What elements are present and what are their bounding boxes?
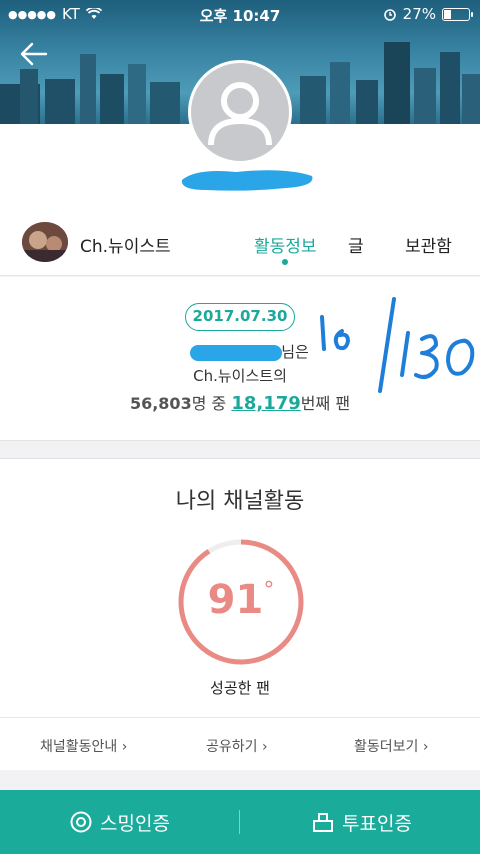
vote-verify-button[interactable]: 투표인증: [312, 790, 412, 854]
tab-activity-info[interactable]: 활동정보: [254, 232, 317, 257]
back-arrow-icon[interactable]: [18, 38, 50, 70]
fan-level-label: 성공한 팬: [210, 679, 270, 697]
redacted-username: [181, 170, 313, 191]
chevron-right-icon: ›: [261, 739, 268, 755]
tab-archive[interactable]: 보관함: [405, 232, 452, 257]
battery-icon: [442, 7, 473, 21]
default-user-icon: [208, 82, 272, 146]
alarm-icon: [383, 9, 396, 21]
activity-score: 91°: [207, 577, 275, 623]
battery-percent: 27%: [402, 5, 436, 23]
nickname-suffix: 님은: [281, 343, 309, 361]
channel-tab-bar: Ch.뉴이스트 활동정보 글 보관함: [0, 222, 480, 276]
total-fans: 56,803: [129, 394, 192, 413]
channel-activity-card: 나의 채널활동 91° 성공한 팬 채널활동안내 › 공유하기 › 활동더보기 …: [0, 458, 480, 770]
profile-avatar[interactable]: [188, 60, 292, 164]
activity-title: 나의 채널활동: [175, 489, 305, 514]
bottom-action-bar: 스밍인증 투표인증: [0, 790, 480, 854]
ballot-box-icon: [313, 813, 333, 832]
fan-rank-card: 2017.07.30 님은 Ch.뉴이스트의 56,803명 중 18,179번…: [0, 277, 480, 441]
chevron-right-icon: ›: [121, 739, 128, 755]
channel-name[interactable]: Ch.뉴이스트: [80, 232, 171, 257]
share-link[interactable]: 공유하기 ›: [206, 736, 268, 756]
tab-posts[interactable]: 글: [348, 232, 364, 257]
activity-links: 채널활동안내 › 공유하기 › 활동더보기 ›: [0, 717, 480, 771]
active-tab-indicator: [282, 259, 288, 265]
chevron-right-icon: ›: [422, 739, 429, 755]
more-activity-link[interactable]: 활동더보기 ›: [354, 736, 428, 756]
disc-icon: [70, 811, 92, 833]
join-date-badge: 2017.07.30: [185, 303, 295, 331]
status-bar: ●●●●● KT 오후 10:47 27%: [0, 0, 480, 28]
channel-avatar[interactable]: [22, 222, 68, 262]
channel-activity-guide-link[interactable]: 채널활동안내 ›: [40, 736, 127, 756]
handwritten-annotation: [320, 297, 475, 393]
fan-rank[interactable]: 18,179: [231, 393, 300, 414]
streaming-verify-button[interactable]: 스밍인증: [70, 790, 170, 854]
bottom-divider: [239, 810, 240, 834]
total-fans-suffix: 명 중: [191, 394, 227, 413]
